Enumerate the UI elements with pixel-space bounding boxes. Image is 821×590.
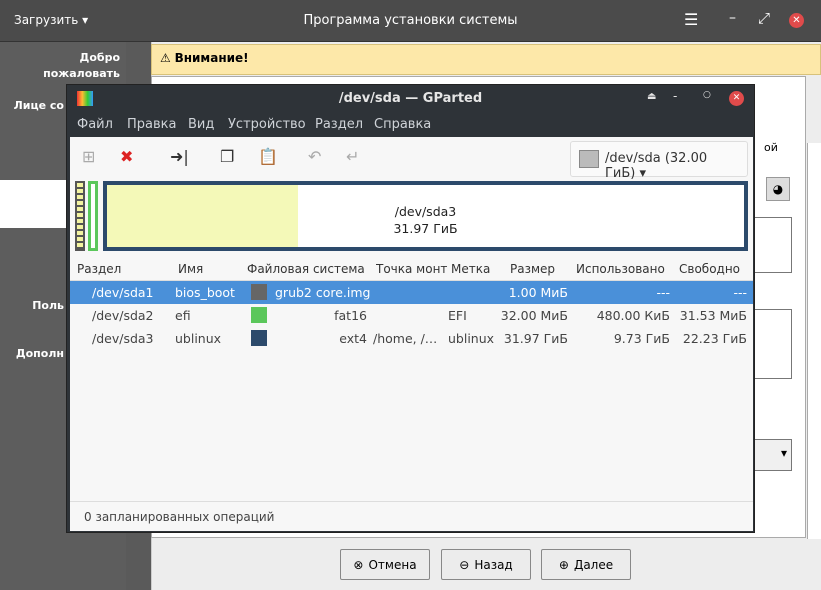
sidebar-item-users[interactable]: Поль <box>4 298 64 314</box>
cancel-button[interactable]: ⊗ Отмена <box>340 549 430 580</box>
cell-filesystem: grub2 core.img <box>275 285 371 300</box>
delete-icon[interactable]: ✖ <box>120 147 133 166</box>
scroll-list-1[interactable] <box>752 217 792 273</box>
cell-used: 9.73 ГиБ <box>613 331 670 346</box>
pie-chart-icon[interactable]: ◕ <box>766 177 790 201</box>
cell-name: bios_boot <box>175 285 235 300</box>
sidebar-item-extra[interactable]: Дополн <box>4 346 64 362</box>
menu-view[interactable]: Вид <box>188 117 214 132</box>
menu-file[interactable]: Файл <box>77 117 113 132</box>
fs-color-swatch <box>251 284 267 300</box>
status-bar: 0 запланированных операций <box>70 501 753 531</box>
cell-size: 1.00 МиБ <box>508 285 568 300</box>
gparted-body: ⊞ ✖ ➜| ❐ 📋 ↶ ↵ /dev/sda (32.00 ГиБ) ▾ /d… <box>70 137 753 531</box>
table-row[interactable]: /dev/sda2 efi fat16 EFI 32.00 МиБ 480.00… <box>70 304 753 327</box>
sidebar-item-welcome[interactable]: Добро пожаловать <box>10 50 120 82</box>
disk-map-name: /dev/sda3 <box>394 204 457 219</box>
cell-name: ublinux <box>175 331 222 346</box>
sidebar-item-location[interactable]: Местопо <box>4 205 64 221</box>
gparted-titlebar: /dev/sda — GParted ⏏ - ○ ✕ <box>67 85 754 113</box>
col-used[interactable]: Использовано <box>576 262 665 276</box>
table-row[interactable]: /dev/sda3 ublinux ext4 /home, /… ublinux… <box>70 327 753 350</box>
menu-partition[interactable]: Раздел <box>315 117 363 132</box>
col-filesystem[interactable]: Файловая система <box>247 262 365 276</box>
copy-icon[interactable]: ❐ <box>220 147 234 166</box>
device-selector[interactable]: /dev/sda (32.00 ГиБ) ▾ <box>570 141 748 181</box>
menu-icon[interactable]: ☰ <box>684 10 698 29</box>
table-row[interactable]: /dev/sda1 bios_boot grub2 core.img 1.00 … <box>70 281 753 304</box>
col-free[interactable]: Свободно <box>679 262 740 276</box>
dropdown[interactable]: ▾ <box>752 439 792 471</box>
maximize-icon[interactable]: ○ <box>703 90 711 100</box>
fs-color-swatch <box>251 307 267 323</box>
col-size[interactable]: Размер <box>510 262 555 276</box>
warning-bar: ⚠ Внимание! <box>151 44 821 75</box>
device-label: /dev/sda (32.00 ГиБ) <box>605 151 708 181</box>
paste-icon[interactable]: 📋 <box>258 147 278 166</box>
cell-mount: /home, /… <box>373 331 438 346</box>
scroll-list-2[interactable] <box>752 309 792 379</box>
cell-partition: /dev/sda2 <box>92 308 154 323</box>
cell-size: 32.00 МиБ <box>500 308 568 323</box>
warning-text: Внимание! <box>174 51 249 65</box>
menu-edit[interactable]: Правка <box>127 117 176 132</box>
cell-filesystem: fat16 <box>334 308 367 323</box>
maximize-icon[interactable]: ⤢ <box>758 9 770 27</box>
minimize-icon[interactable]: – <box>729 10 736 26</box>
cell-partition: /dev/sda3 <box>92 331 154 346</box>
eject-icon[interactable]: ⏏ <box>647 91 656 102</box>
menu-device[interactable]: Устройство <box>228 117 306 132</box>
cell-free: --- <box>733 285 747 300</box>
new-partition-icon[interactable]: ⊞ <box>82 147 95 166</box>
next-button[interactable]: ⊕ Далее <box>541 549 631 580</box>
cell-label: ublinux <box>448 331 495 346</box>
disk-icon <box>579 150 599 168</box>
resize-move-icon[interactable]: ➜| <box>170 147 189 166</box>
minimize-icon[interactable]: - <box>673 89 677 103</box>
cell-partition: /dev/sda1 <box>92 285 154 300</box>
disk-map-sda3[interactable]: /dev/sda3 31.97 ГиБ <box>103 181 748 251</box>
col-label[interactable]: Метка <box>451 262 499 276</box>
gparted-window: /dev/sda — GParted ⏏ - ○ ✕ Файл Правка В… <box>66 84 755 533</box>
close-icon[interactable]: ✕ <box>789 13 804 28</box>
scrollbar[interactable] <box>807 143 821 539</box>
sidebar-item-license[interactable]: Лице со <box>4 98 64 114</box>
col-mount[interactable]: Точка монт <box>376 262 448 276</box>
cell-free: 22.23 ГиБ <box>682 331 747 346</box>
disk-map-sda2[interactable] <box>88 181 98 251</box>
fs-color-swatch <box>251 330 267 346</box>
cell-used: --- <box>656 285 670 300</box>
cell-filesystem: ext4 <box>339 331 367 346</box>
installer-topbar: Загрузить ▾ Программа установки системы … <box>0 0 821 42</box>
cell-label: EFI <box>448 308 467 323</box>
table-header: Раздел Имя Файловая система Точка монт М… <box>70 257 753 281</box>
undo-icon[interactable]: ↶ <box>308 147 321 166</box>
cell-name: efi <box>175 308 191 323</box>
back-button[interactable]: ⊖ Назад <box>441 549 531 580</box>
disk-map-sda1[interactable] <box>75 181 85 251</box>
disk-map-size: 31.97 ГиБ <box>393 221 458 236</box>
cell-free: 31.53 МиБ <box>679 308 747 323</box>
back-label: Назад <box>474 557 513 572</box>
cell-size: 31.97 ГиБ <box>503 331 568 346</box>
menu-help[interactable]: Справка <box>374 117 431 132</box>
cell-used: 480.00 КиБ <box>596 308 670 323</box>
partial-label: ой <box>764 141 778 154</box>
apply-icon[interactable]: ↵ <box>346 147 359 166</box>
col-name[interactable]: Имя <box>178 262 203 276</box>
next-label: Далее <box>573 557 614 572</box>
gparted-menubar: Файл Правка Вид Устройство Раздел Справк… <box>67 113 754 137</box>
close-icon[interactable]: ✕ <box>729 91 744 106</box>
col-partition[interactable]: Раздел <box>77 262 121 276</box>
cancel-label: Отмена <box>368 557 417 572</box>
